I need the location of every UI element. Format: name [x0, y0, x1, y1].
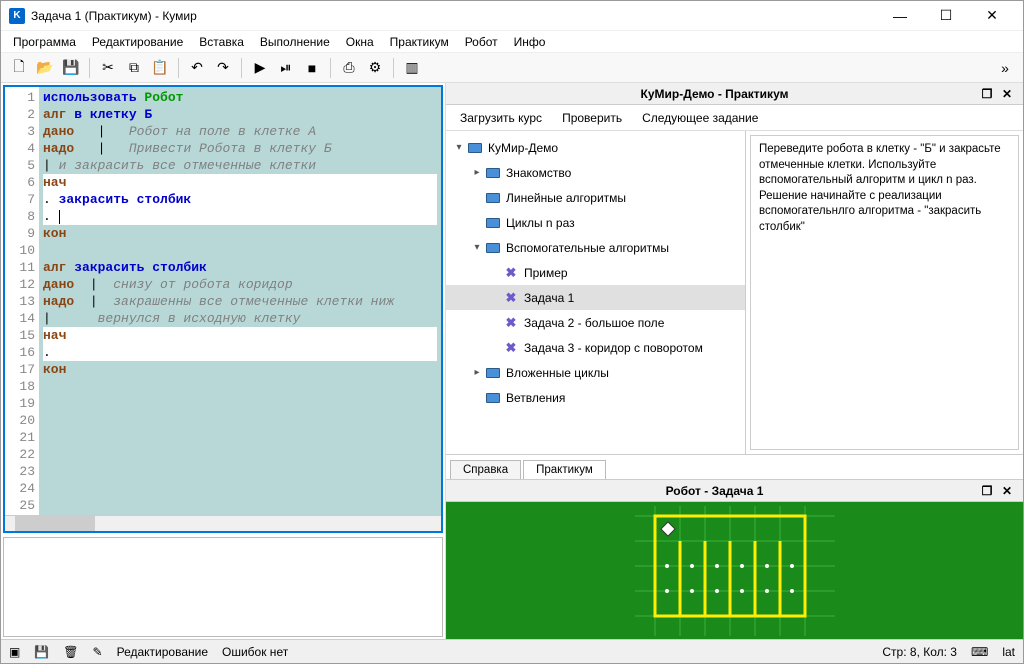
status-mode: Редактирование — [117, 645, 208, 659]
more-icon[interactable]: » — [993, 56, 1017, 80]
paste-icon[interactable]: 📋 — [148, 56, 172, 80]
tab-help[interactable]: Справка — [450, 460, 521, 479]
load-course-button[interactable]: Загрузить курс — [452, 109, 550, 127]
tree-task1[interactable]: ✖Задача 1 — [446, 285, 745, 310]
status-lang: lat — [1002, 645, 1015, 659]
app-icon: K — [9, 8, 25, 24]
tree-nested[interactable]: ▸Вложенные циклы — [446, 360, 745, 385]
titlebar: K Задача 1 (Практикум) - Кумир — ☐ ✕ — [1, 1, 1023, 31]
line-gutter: 1234567891011121314151617181920212223242… — [5, 87, 39, 515]
code-area[interactable]: использовать Роботалг в клетку Бдано | Р… — [39, 87, 441, 515]
toolbar: 🗋 📂 💾 ✂ ⧉ 📋 ↶ ↷ ▶ ⏯ ■ ⎙ ⚙ ▥ » — [1, 53, 1023, 83]
tree-cycles[interactable]: Циклы n раз — [446, 210, 745, 235]
panel-restore-icon[interactable]: ❐ — [977, 87, 997, 101]
check-button[interactable]: Проверить — [554, 109, 630, 127]
tab-practicum[interactable]: Практикум — [523, 460, 606, 479]
task-description: Переведите робота в клетку - "Б" и закра… — [750, 135, 1019, 450]
statusbar: ▣ 💾 🗑 ✎ Редактирование Ошибок нет Стр: 8… — [1, 639, 1023, 663]
maximize-button[interactable]: ☐ — [923, 1, 969, 31]
tree-branch[interactable]: Ветвления — [446, 385, 745, 410]
status-icon-2: 💾 — [34, 645, 49, 659]
cut-icon[interactable]: ✂ — [96, 56, 120, 80]
robot-grid — [635, 506, 835, 636]
tree-example[interactable]: ✖Пример — [446, 260, 745, 285]
course-tree[interactable]: ▾КуМир-Демо ▸Знакомство Линейные алгорит… — [446, 131, 746, 454]
menu-robot[interactable]: Робот — [459, 33, 504, 51]
tree-task3[interactable]: ✖Задача 3 - коридор с поворотом — [446, 335, 745, 360]
robot-panel-title: Робот - Задача 1 ❐ ✕ — [446, 480, 1023, 502]
tool-1-icon[interactable]: ⎙ — [337, 56, 361, 80]
status-position: Стр: 8, Кол: 3 — [882, 645, 957, 659]
step-icon[interactable]: ⏯ — [274, 56, 298, 80]
tree-linear[interactable]: Линейные алгоритмы — [446, 185, 745, 210]
tree-root[interactable]: ▾КуМир-Демо — [446, 135, 745, 160]
code-editor[interactable]: 1234567891011121314151617181920212223242… — [3, 85, 443, 533]
menu-info[interactable]: Инфо — [508, 33, 552, 51]
menu-run[interactable]: Выполнение — [254, 33, 336, 51]
new-file-icon[interactable]: 🗋 — [7, 56, 31, 80]
undo-icon[interactable]: ↶ — [185, 56, 209, 80]
tree-task2[interactable]: ✖Задача 2 - большое поле — [446, 310, 745, 335]
menu-program[interactable]: Программа — [7, 33, 82, 51]
menu-edit[interactable]: Редактирование — [86, 33, 189, 51]
tree-intro[interactable]: ▸Знакомство — [446, 160, 745, 185]
save-file-icon[interactable]: 💾 — [59, 56, 83, 80]
status-errors: Ошибок нет — [222, 645, 288, 659]
redo-icon[interactable]: ↷ — [211, 56, 235, 80]
window-title: Задача 1 (Практикум) - Кумир — [31, 9, 877, 23]
robot-close-icon[interactable]: ✕ — [997, 484, 1017, 498]
copy-icon[interactable]: ⧉ — [122, 56, 146, 80]
status-keyboard-icon: ⌨ — [971, 645, 988, 659]
menu-insert[interactable]: Вставка — [193, 33, 250, 51]
tree-aux[interactable]: ▾Вспомогательные алгоритмы — [446, 235, 745, 260]
robot-field[interactable] — [446, 502, 1023, 639]
menubar: Программа Редактирование Вставка Выполне… — [1, 31, 1023, 53]
status-icon-4: ✎ — [93, 645, 103, 659]
close-button[interactable]: ✕ — [969, 1, 1015, 31]
tool-2-icon[interactable]: ⚙ — [363, 56, 387, 80]
menu-practicum[interactable]: Практикум — [384, 33, 455, 51]
run-icon[interactable]: ▶ — [248, 56, 272, 80]
course-toolbar: Загрузить курс Проверить Следующее задан… — [446, 105, 1023, 131]
menu-windows[interactable]: Окна — [340, 33, 380, 51]
layout-icon[interactable]: ▥ — [400, 56, 424, 80]
editor-scrollbar[interactable] — [5, 515, 441, 531]
open-file-icon[interactable]: 📂 — [33, 56, 57, 80]
status-icon-3: 🗑 — [63, 645, 78, 659]
panel-close-icon[interactable]: ✕ — [997, 87, 1017, 101]
status-icon-1: ▣ — [9, 645, 20, 659]
next-task-button[interactable]: Следующее задание — [634, 109, 766, 127]
practicum-panel-title: КуМир-Демо - Практикум ❐ ✕ — [446, 83, 1023, 105]
minimize-button[interactable]: — — [877, 1, 923, 31]
stop-icon[interactable]: ■ — [300, 56, 324, 80]
robot-restore-icon[interactable]: ❐ — [977, 484, 997, 498]
output-pane — [3, 537, 443, 637]
